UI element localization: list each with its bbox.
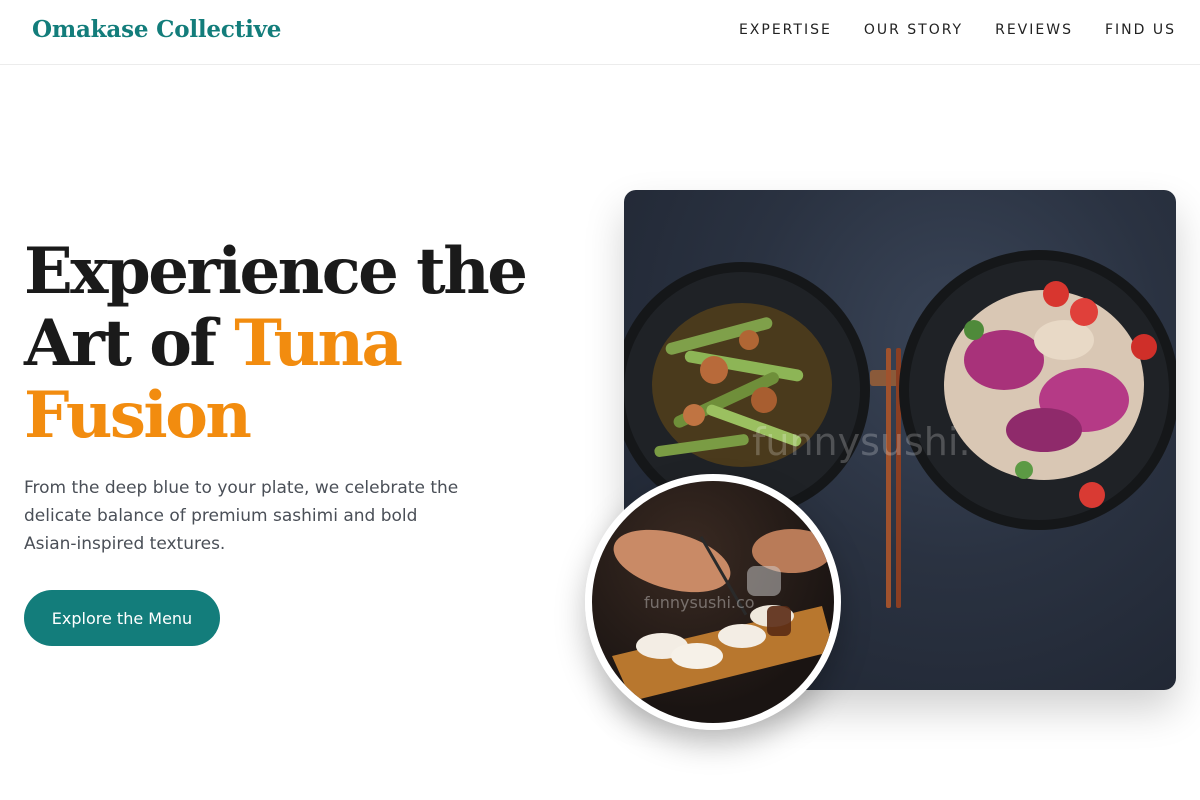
main-nav: EXPERTISE OUR STORY REVIEWS FIND US [739,22,1176,38]
nav-link-expertise[interactable]: EXPERTISE [739,22,832,38]
chef-inset-photo: funnysushi.co [585,474,841,730]
inset-photo-watermark: funnysushi.co [644,593,755,612]
hero-title-line1: Experience the [24,234,528,309]
nav-link-our-story[interactable]: OUR STORY [864,22,963,38]
brand-logo[interactable]: Omakase Collective [32,16,281,43]
hero-title-accent-fusion: Fusion [24,378,252,453]
nav-link-find-us[interactable]: FIND US [1105,22,1176,38]
hero-subtitle: From the deep blue to your plate, we cel… [24,478,459,554]
hero-title-accent-tuna: Tuna [234,306,403,381]
stir-fry-dish [652,303,832,467]
hero-title: Experience the Art of Tuna Fusion [24,236,584,452]
hero-title-line2: Art of [24,306,217,381]
site-header: Omakase Collective EXPERTISE OUR STORY R… [0,0,1200,65]
nav-link-reviews[interactable]: REVIEWS [995,22,1073,38]
explore-menu-button[interactable]: Explore the Menu [24,590,220,646]
